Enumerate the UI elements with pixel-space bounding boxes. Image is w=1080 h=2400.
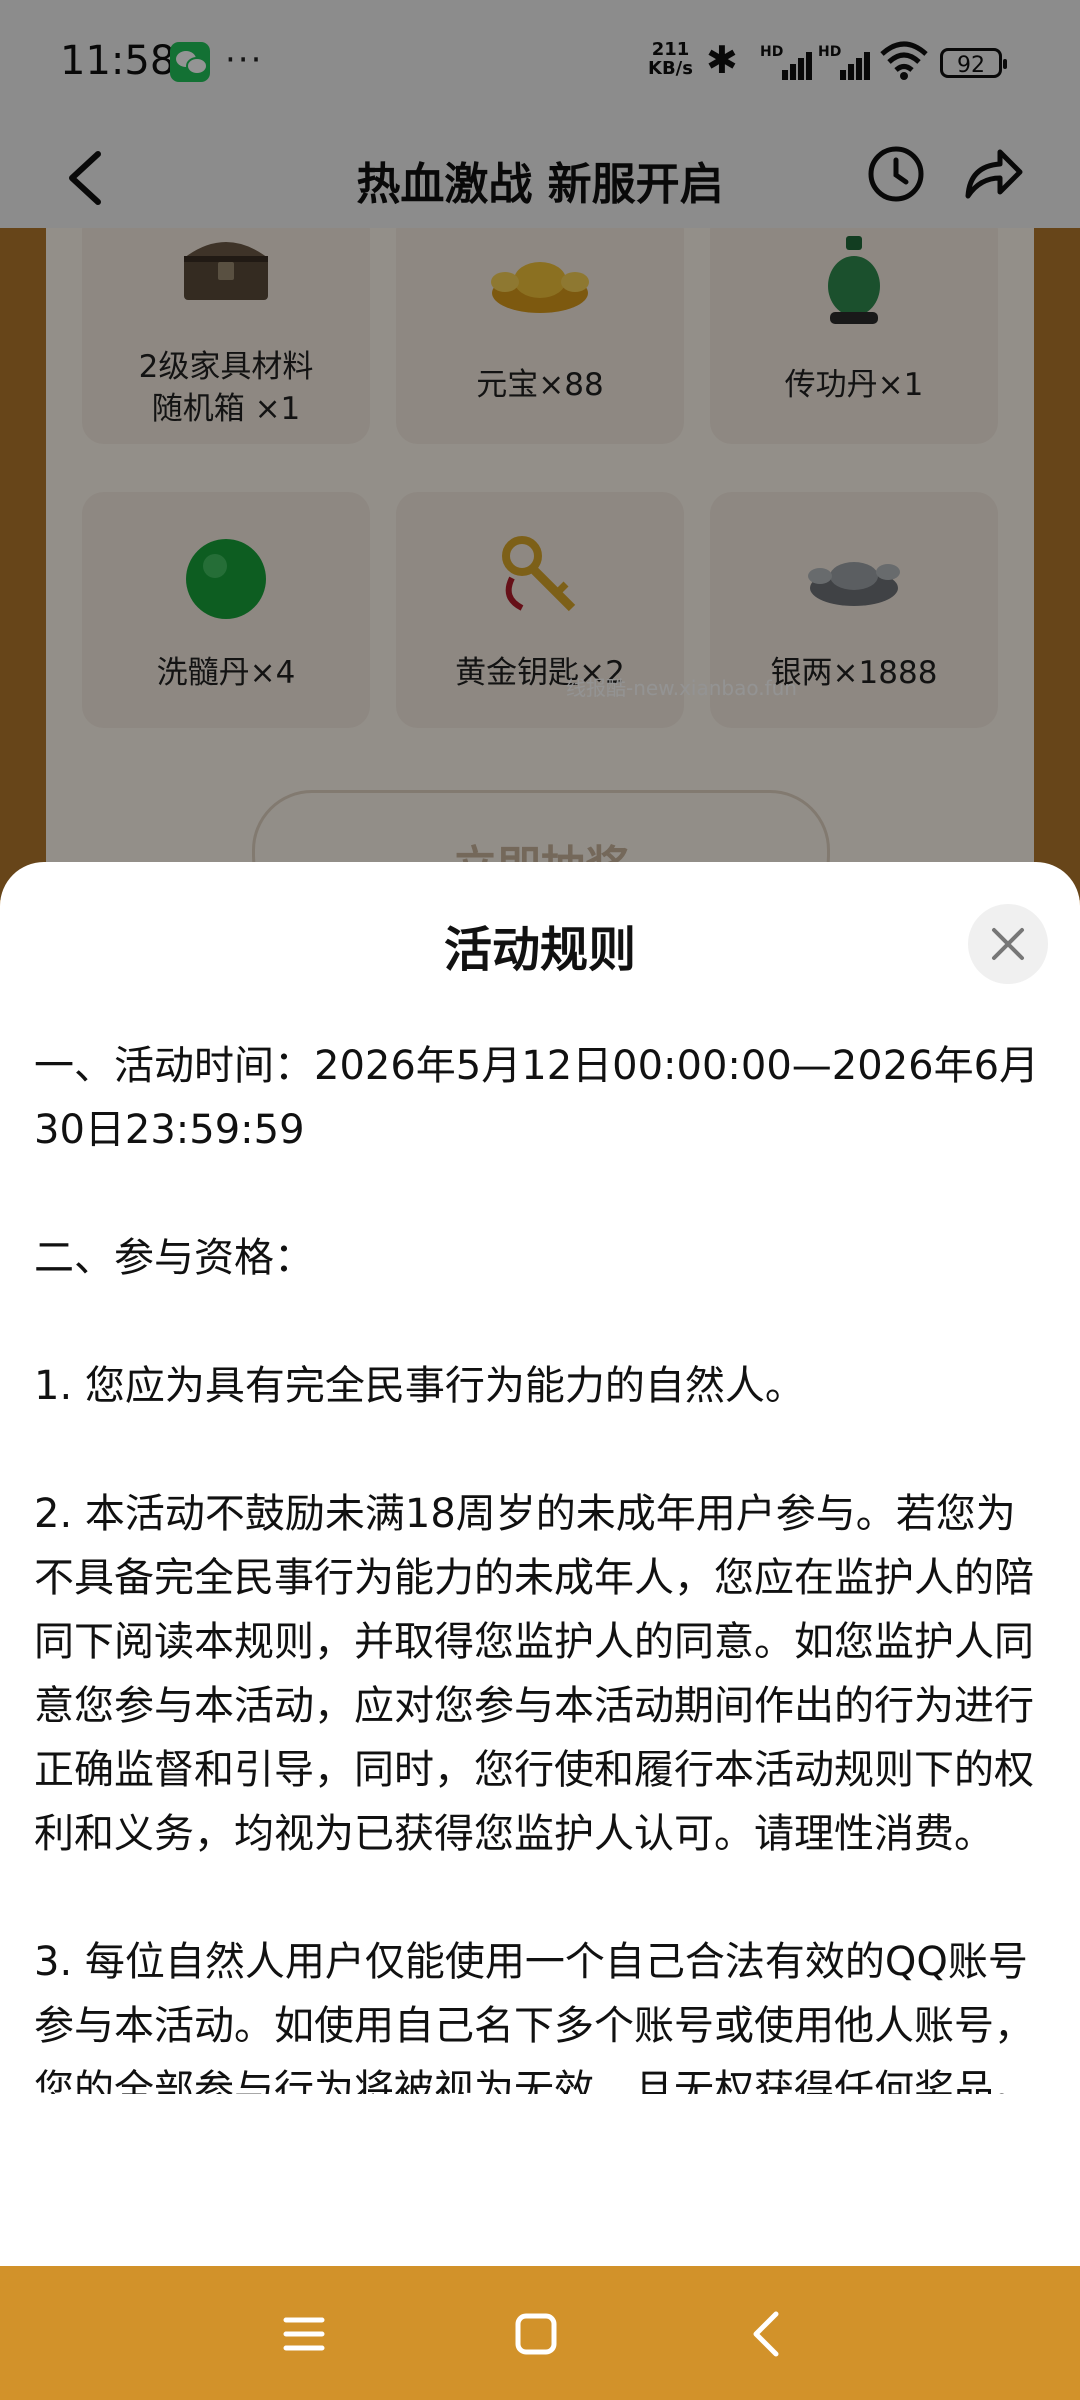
rules-paragraph: 二、参与资格：	[34, 1235, 314, 1281]
system-nav-bar	[0, 2266, 1080, 2400]
close-button[interactable]	[968, 904, 1048, 984]
nav-back-icon[interactable]	[736, 2302, 800, 2366]
rules-title: 活动规则	[443, 922, 636, 978]
home-icon[interactable]	[504, 2302, 568, 2366]
menu-icon[interactable]	[272, 2302, 336, 2366]
rules-paragraph: 3. 每位自然人用户仅能使用一个自己合法有效的QQ账号参与本活动。如使用自己名下…	[34, 1939, 1034, 2094]
rules-paragraph: 2. 本活动不鼓励未满18周岁的未成年用户参与。若您为不具备完全民事行为能力的未…	[34, 1491, 1034, 1857]
close-icon	[992, 928, 1024, 960]
rules-sheet: 活动规则 一、活动时间：2026年5月12日00:00:00—2026年6月30…	[0, 862, 1080, 2266]
background-page: 2级家具材料 随机箱 ×1 元宝×88 传功丹×1 洗髓丹×4 黄金钥匙×2 银…	[0, 0, 1080, 916]
rules-paragraph: 一、活动时间：2026年5月12日00:00:00—2026年6月30日23:5…	[34, 1043, 1040, 1153]
rules-paragraph: 1. 您应为具有完全民事行为能力的自然人。	[34, 1363, 805, 1409]
modal-overlay[interactable]	[0, 0, 1080, 900]
rules-content[interactable]: 一、活动时间：2026年5月12日00:00:00—2026年6月30日23:5…	[34, 1034, 1046, 2094]
